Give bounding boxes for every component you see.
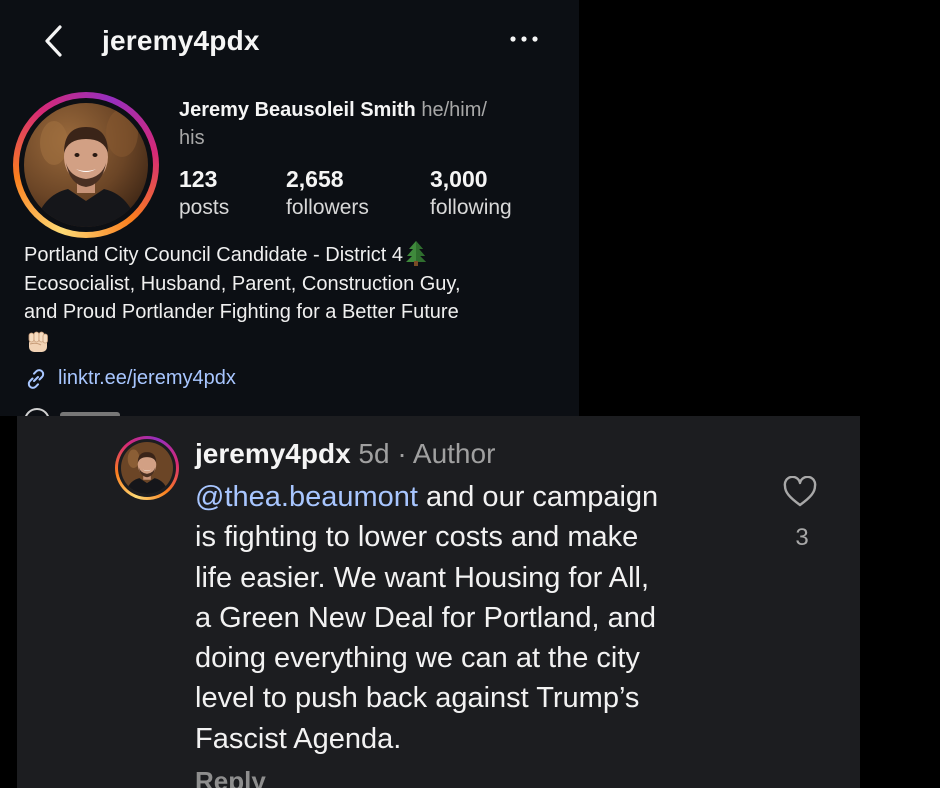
bio-line-1: Portland City Council Candidate - Distri… xyxy=(24,240,554,270)
chevron-left-icon[interactable] xyxy=(42,24,64,58)
comment-avatar-ring-gap xyxy=(118,439,176,497)
profile-bio: Portland City Council Candidate - Distri… xyxy=(24,240,554,356)
stat-followers-label: followers xyxy=(286,196,369,219)
profile-username-title: jeremy4pdx xyxy=(102,25,260,56)
evergreen-tree-icon xyxy=(406,241,427,266)
profile-full-name: Jeremy Beausoleil Smith xyxy=(179,99,416,121)
comment-line-5: doing everything we can at the city xyxy=(195,642,640,675)
heart-outline-icon[interactable] xyxy=(783,476,817,508)
bio-line-2: Ecosocialist, Husband, Parent, Construct… xyxy=(24,272,461,295)
link-icon xyxy=(27,369,45,389)
more-horizontal-icon[interactable] xyxy=(508,32,540,46)
comment-avatar-photo xyxy=(121,442,173,494)
profile-top-bar: jeremy4pdx xyxy=(0,0,579,82)
stat-posts-label: posts xyxy=(179,196,230,219)
reply-button[interactable]: Reply xyxy=(195,766,266,788)
stat-posts-value: 123 xyxy=(179,166,218,192)
comment-panel: jeremy4pdx 5d · Author @thea.beaumont an… xyxy=(17,416,860,788)
comment-line-6: level to push back against Trump’s xyxy=(195,682,640,715)
stat-followers[interactable]: 2,658 followers xyxy=(286,164,369,222)
profile-avatar-photo xyxy=(24,103,148,227)
comment-body: @thea.beaumont and our campaign is fight… xyxy=(195,477,755,759)
comment-like-count: 3 xyxy=(795,524,809,551)
comment-line-2: is fighting to lower costs and make xyxy=(195,521,639,554)
cropped-icon xyxy=(24,408,50,416)
pronouns-part-1: he/him/ xyxy=(421,99,487,121)
comment-line-7: Fascist Agenda. xyxy=(195,722,402,755)
comment-avatar-story-ring[interactable] xyxy=(115,436,179,500)
bio-line-3: and Proud Portlander Fighting for a Bett… xyxy=(24,301,459,323)
comment-meta: 5d · Author xyxy=(350,438,496,469)
stat-following[interactable]: 3,000 following xyxy=(430,164,512,222)
comment-username[interactable]: jeremy4pdx xyxy=(195,438,351,469)
comment-line-1: @thea.beaumont and our campaign xyxy=(195,477,755,517)
stat-followers-value: 2,658 xyxy=(286,166,344,192)
comment-mention[interactable]: @thea.beaumont xyxy=(195,481,418,513)
profile-link-text[interactable]: linktr.ee/jeremy4pdx xyxy=(58,364,236,392)
profile-full-name-block: Jeremy Beausoleil Smith he/him/his xyxy=(179,96,549,152)
stat-following-value: 3,000 xyxy=(430,166,488,192)
comment-line-3: life easier. We want Housing for All, xyxy=(195,561,650,594)
avatar-ring-gap xyxy=(19,98,153,232)
pronouns-part-2: his xyxy=(179,127,205,149)
profile-panel: jeremy4pdx Jeremy Beausoleil Smith he/hi… xyxy=(0,0,579,416)
comment-line-1-text: and our campaign xyxy=(417,481,659,513)
stat-following-label: following xyxy=(430,196,512,219)
comment-line-4: a Green New Deal for Portland, and xyxy=(195,601,657,634)
profile-avatar-story-ring[interactable] xyxy=(13,92,159,238)
raised-fist-icon xyxy=(28,331,48,352)
bio-line-1-text: Portland City Council Candidate - Distri… xyxy=(24,244,404,266)
stat-posts[interactable]: 123 posts xyxy=(179,164,229,222)
comment-header: jeremy4pdx 5d · Author xyxy=(195,436,495,472)
